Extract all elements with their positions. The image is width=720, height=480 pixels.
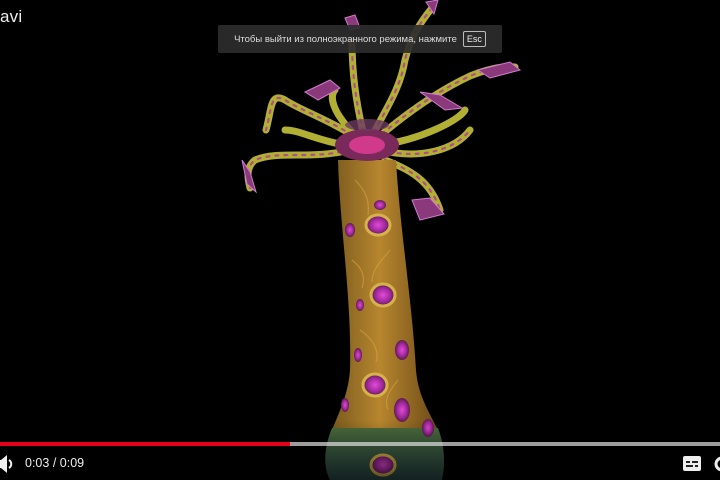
- video-content-image: [241, 0, 522, 480]
- time-display: 0:03 / 0:09: [25, 456, 84, 470]
- fullscreen-notice-text: Чтобы выйти из полноэкранного режима, на…: [234, 33, 457, 45]
- progress-bar[interactable]: [0, 442, 720, 446]
- settings-icon[interactable]: [712, 454, 720, 474]
- current-time: 0:03: [25, 456, 50, 470]
- duration: 0:09: [59, 456, 85, 470]
- video-title: avi: [0, 7, 23, 26]
- fullscreen-exit-notice: Чтобы выйти из полноэкранного режима, на…: [218, 25, 502, 53]
- subtitles-icon[interactable]: [682, 455, 702, 472]
- esc-key-badge: Esc: [462, 31, 486, 47]
- volume-icon[interactable]: [0, 453, 14, 475]
- video-frame[interactable]: [0, 0, 720, 480]
- time-separator: /: [49, 456, 60, 470]
- player-control-bar: 0:03 / 0:09: [0, 452, 720, 476]
- progress-played: [0, 442, 291, 446]
